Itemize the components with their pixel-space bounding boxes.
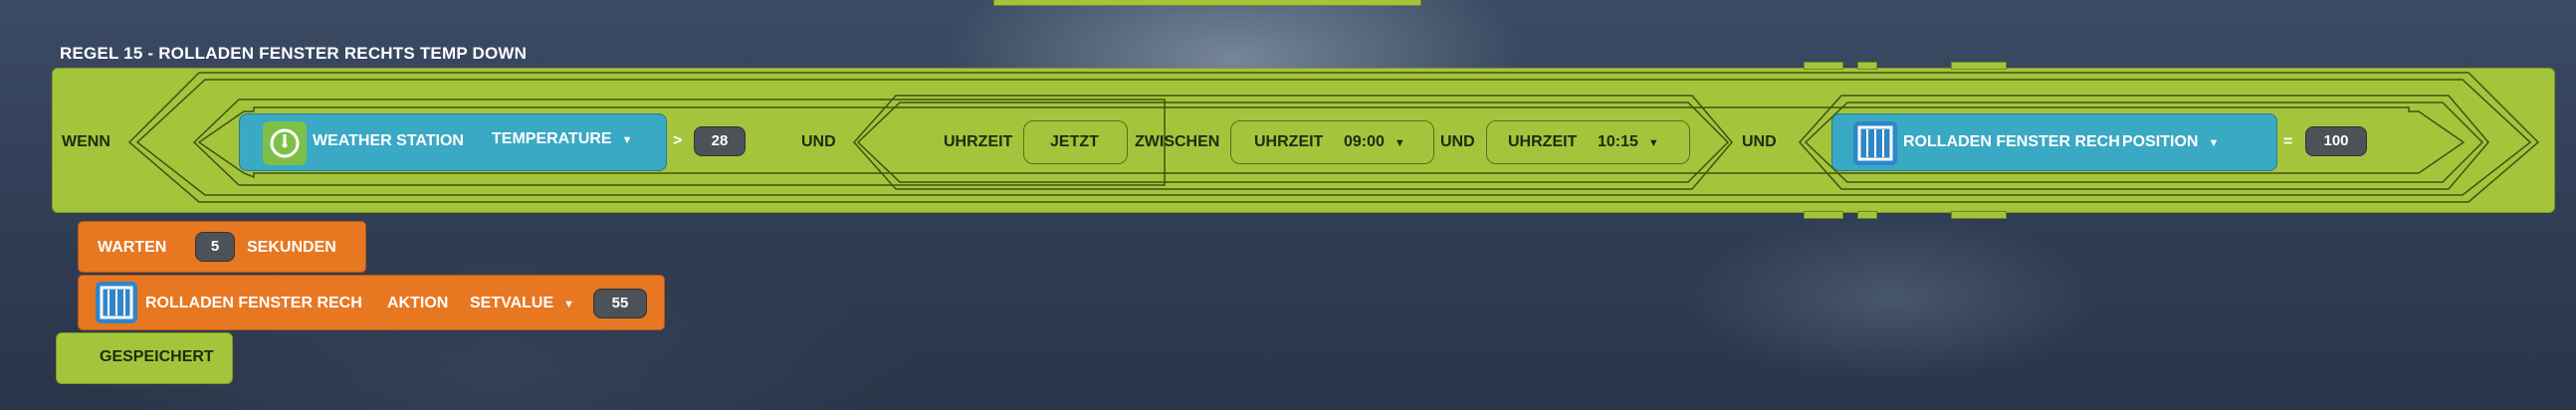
time-label: UHRZEIT (944, 133, 1013, 150)
to-time-label: UHRZEIT (1508, 133, 1578, 150)
property-dropdown[interactable]: TEMPERATURE ▼ (492, 130, 632, 148)
if-label: WENN (62, 133, 110, 150)
action-value: SETVALUE (470, 295, 554, 311)
previous-block-stub (993, 0, 1421, 6)
action-label: AKTION (387, 295, 449, 311)
property-label: POSITION (2122, 133, 2199, 150)
operator-label: > (673, 132, 683, 149)
value-input[interactable]: 100 (2305, 126, 2367, 156)
chevron-down-icon: ▼ (2208, 137, 2220, 149)
chevron-down-icon: ▼ (1647, 137, 1659, 149)
wait-unit-label: SEKUNDEN (247, 239, 336, 256)
and-label: UND (1440, 133, 1475, 150)
action-dropdown[interactable]: SETVALUE ▼ (470, 295, 574, 312)
gauge-icon (263, 121, 307, 165)
chevron-down-icon: ▼ (1394, 137, 1405, 149)
chevron-down-icon: ▼ (621, 134, 633, 146)
device-name: ROLLADEN FENSTER RECH (145, 295, 362, 311)
saved-label: GESPEICHERT (100, 348, 214, 365)
operator-label: = (2283, 133, 2293, 150)
wait-label: WARTEN (98, 239, 167, 256)
property-label: TEMPERATURE (492, 130, 612, 147)
from-time-dropdown[interactable]: 09:00 ▼ (1344, 133, 1405, 151)
wait-value-input[interactable]: 5 (195, 232, 235, 262)
connector-tab (1857, 62, 1877, 70)
chevron-down-icon: ▼ (563, 299, 575, 310)
set-value-input[interactable]: 55 (593, 289, 647, 318)
property-dropdown[interactable]: POSITION ▼ (2122, 133, 2219, 151)
window-blind-icon (96, 282, 137, 323)
to-time-dropdown[interactable]: 10:15 ▼ (1598, 133, 1659, 151)
value-input[interactable]: 28 (694, 126, 746, 156)
window-blind-icon (1853, 121, 1897, 165)
between-label: ZWISCHEN (1135, 133, 1220, 150)
device-name: ROLLADEN FENSTER RECH (1903, 133, 2120, 150)
to-time-value: 10:15 (1598, 133, 1638, 150)
from-time-label: UHRZEIT (1254, 133, 1324, 150)
and-label: UND (1742, 133, 1777, 150)
connector-tab (1804, 62, 1843, 70)
connector-tab (1804, 211, 1843, 219)
connector-tab (1951, 62, 2007, 70)
connector-tab (1857, 211, 1877, 219)
and-label: UND (801, 133, 836, 150)
device-name: WEATHER STATION (313, 132, 464, 149)
connector-tab (1951, 211, 2007, 219)
now-label: JETZT (1050, 133, 1099, 150)
rule-title: REGEL 15 - ROLLADEN FENSTER RECHTS TEMP … (60, 44, 528, 63)
from-time-value: 09:00 (1344, 133, 1385, 150)
